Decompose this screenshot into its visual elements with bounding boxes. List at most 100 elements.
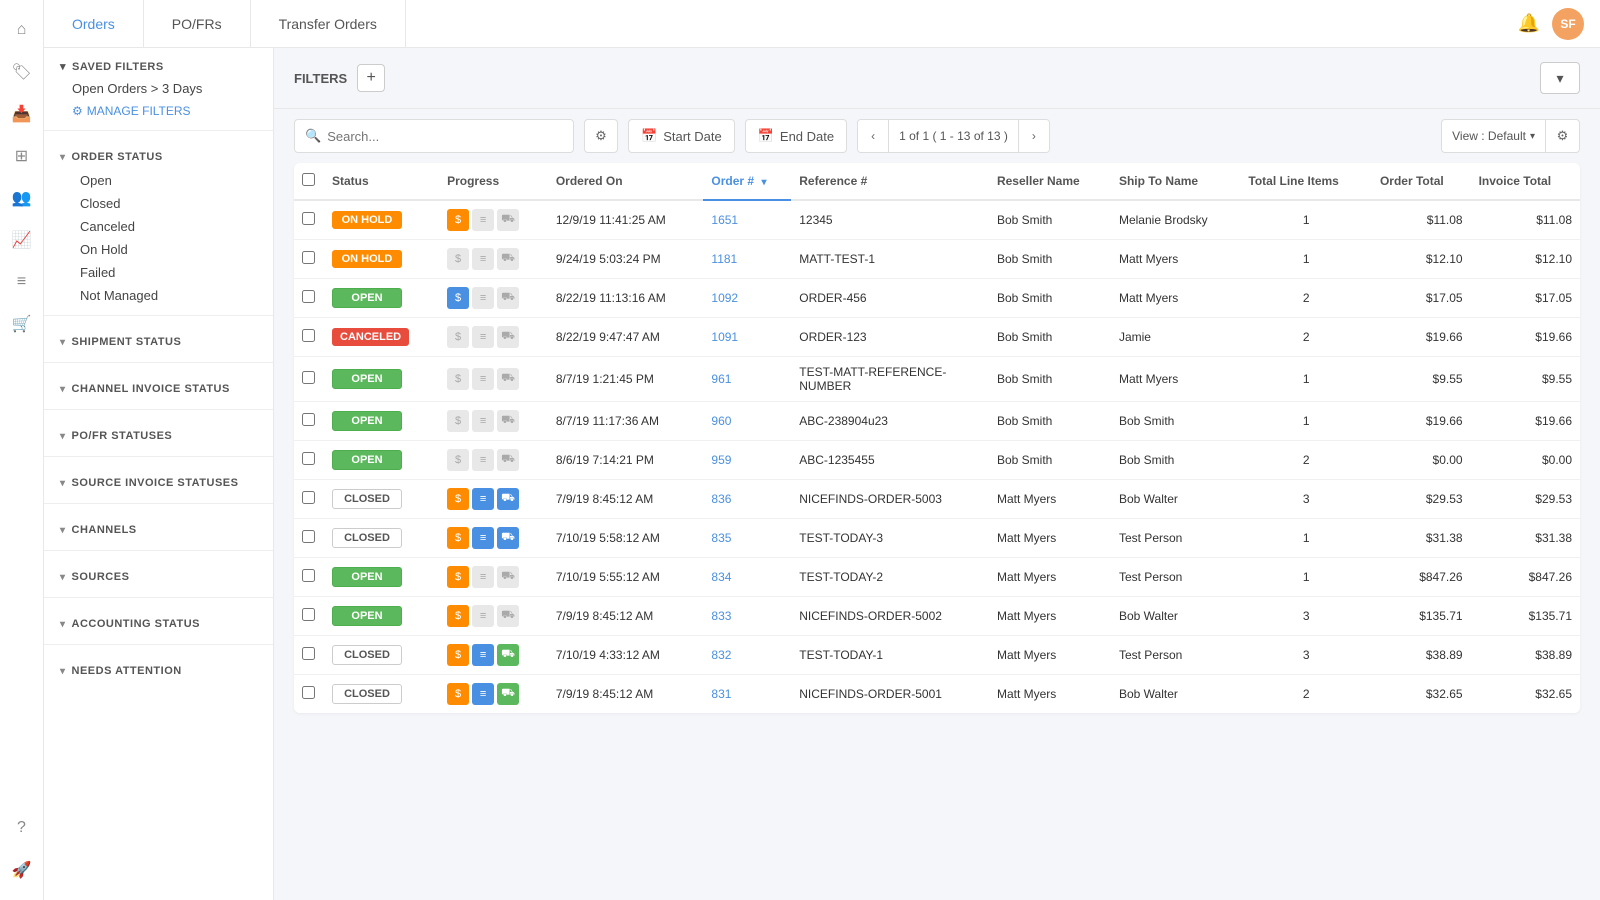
shipment-status-header[interactable]: ▾ SHIPMENT STATUS <box>60 330 257 354</box>
ordered-on: 8/6/19 7:14:21 PM <box>548 441 704 480</box>
col-order-num[interactable]: Order # ▾ <box>703 163 791 200</box>
money-icon: $ <box>447 488 469 510</box>
cart-icon[interactable]: 🛒 <box>4 306 40 342</box>
ship-to-name: Bob Walter <box>1111 597 1240 636</box>
chart-icon[interactable]: 📈 <box>4 222 40 258</box>
row-checkbox[interactable] <box>302 251 315 264</box>
row-checkbox[interactable] <box>302 329 315 342</box>
document-icon: ≡ <box>472 410 494 432</box>
order-status-header[interactable]: ▾ ORDER STATUS <box>60 145 257 169</box>
status-badge: OPEN <box>332 411 402 431</box>
sidebar-item-on-hold[interactable]: On Hold <box>60 238 257 261</box>
pagination-control: ‹ 1 of 1 ( 1 - 13 of 13 ) › <box>857 119 1050 153</box>
order-number[interactable]: 1092 <box>703 279 791 318</box>
order-number[interactable]: 831 <box>703 675 791 714</box>
accounting-status-header[interactable]: ▾ ACCOUNTING STATUS <box>60 612 257 636</box>
order-number[interactable]: 960 <box>703 402 791 441</box>
source-invoice-header[interactable]: ▾ SOURCE INVOICE STATUSES <box>60 471 257 495</box>
needs-attention-header[interactable]: ▾ NEEDS ATTENTION <box>60 659 257 683</box>
home-icon[interactable]: ⌂ <box>4 12 40 48</box>
manage-filters-link[interactable]: ⚙ MANAGE FILTERS <box>44 100 273 126</box>
reference-number: TEST-TODAY-3 <box>791 519 989 558</box>
grid-icon[interactable]: ⊞ <box>4 138 40 174</box>
help-icon[interactable]: ? <box>4 810 40 846</box>
total-line-items: 3 <box>1240 480 1372 519</box>
sidebar-item-not-managed[interactable]: Not Managed <box>60 284 257 307</box>
list-icon[interactable]: ≡ <box>4 264 40 300</box>
reference-number: 12345 <box>791 200 989 240</box>
bell-icon[interactable]: 🔔 <box>1518 13 1540 34</box>
truck-icon: ⛟ <box>497 287 519 309</box>
reference-number: ABC-238904u23 <box>791 402 989 441</box>
sidebar-item-open[interactable]: Open <box>60 169 257 192</box>
invoice-total: $19.66 <box>1471 402 1580 441</box>
row-checkbox[interactable] <box>302 569 315 582</box>
sidebar-item-closed[interactable]: Closed <box>60 192 257 215</box>
order-number[interactable]: 836 <box>703 480 791 519</box>
sources-header[interactable]: ▾ SOURCES <box>60 565 257 589</box>
channels-header[interactable]: ▾ CHANNELS <box>60 518 257 542</box>
order-number[interactable]: 833 <box>703 597 791 636</box>
top-nav: Orders PO/FRs Transfer Orders 🔔 SF <box>44 0 1600 48</box>
row-checkbox[interactable] <box>302 608 315 621</box>
order-number[interactable]: 1651 <box>703 200 791 240</box>
reseller-name: Matt Myers <box>989 636 1111 675</box>
search-input[interactable] <box>327 129 563 144</box>
progress-icons: $≡⛟ <box>447 287 540 309</box>
progress-icons: $≡⛟ <box>447 248 540 270</box>
view-select[interactable]: View : Default ▾ <box>1442 119 1545 153</box>
tab-transfer-orders[interactable]: Transfer Orders <box>251 0 406 48</box>
table-row: CLOSED$≡⛟7/9/19 8:45:12 AM831NICEFINDS-O… <box>294 675 1580 714</box>
row-checkbox[interactable] <box>302 530 315 543</box>
channel-invoice-header[interactable]: ▾ CHANNEL INVOICE STATUS <box>60 377 257 401</box>
reseller-name: Bob Smith <box>989 318 1111 357</box>
rocket-icon[interactable]: 🚀 <box>4 852 40 888</box>
view-gear-button[interactable]: ⚙ <box>1545 119 1579 153</box>
row-checkbox[interactable] <box>302 647 315 660</box>
inbox-icon[interactable]: 📥 <box>4 96 40 132</box>
row-checkbox[interactable] <box>302 290 315 303</box>
row-checkbox[interactable] <box>302 686 315 699</box>
add-filter-button[interactable]: + <box>357 64 385 92</box>
order-number[interactable]: 1091 <box>703 318 791 357</box>
order-number[interactable]: 832 <box>703 636 791 675</box>
start-date-picker[interactable]: 📅 Start Date <box>628 119 735 153</box>
document-icon: ≡ <box>472 248 494 270</box>
money-icon: $ <box>447 209 469 231</box>
select-all-checkbox[interactable] <box>302 173 315 186</box>
tab-pofrs[interactable]: PO/FRs <box>144 0 251 48</box>
tag-icon[interactable]: 🏷 <box>4 54 40 90</box>
reference-number: TEST-TODAY-2 <box>791 558 989 597</box>
sidebar-item-canceled[interactable]: Canceled <box>60 215 257 238</box>
money-icon: $ <box>447 287 469 309</box>
order-total: $9.55 <box>1372 357 1471 402</box>
reseller-name: Bob Smith <box>989 402 1111 441</box>
search-box: 🔍 <box>294 119 574 153</box>
order-number[interactable]: 959 <box>703 441 791 480</box>
chevron-icon-8: ▾ <box>60 619 66 630</box>
prev-page-button[interactable]: ‹ <box>858 119 888 153</box>
progress-icons: $≡⛟ <box>447 449 540 471</box>
order-number[interactable]: 1181 <box>703 240 791 279</box>
end-date-picker[interactable]: 📅 End Date <box>745 119 847 153</box>
row-checkbox[interactable] <box>302 452 315 465</box>
filter-dropdown-button[interactable]: ▾ <box>1540 62 1580 94</box>
search-gear-button[interactable]: ⚙ <box>584 119 618 153</box>
reseller-name: Bob Smith <box>989 240 1111 279</box>
pofr-statuses-header[interactable]: ▾ PO/FR STATUSES <box>60 424 257 448</box>
row-checkbox[interactable] <box>302 491 315 504</box>
order-number[interactable]: 961 <box>703 357 791 402</box>
sidebar-item-failed[interactable]: Failed <box>60 261 257 284</box>
row-checkbox[interactable] <box>302 212 315 225</box>
next-page-button[interactable]: › <box>1019 119 1049 153</box>
row-checkbox[interactable] <box>302 413 315 426</box>
order-number[interactable]: 835 <box>703 519 791 558</box>
col-ship-to: Ship To Name <box>1111 163 1240 200</box>
users-icon[interactable]: 👥 <box>4 180 40 216</box>
tab-orders[interactable]: Orders <box>44 0 144 48</box>
table-row: OPEN$≡⛟7/9/19 8:45:12 AM833NICEFINDS-ORD… <box>294 597 1580 636</box>
row-checkbox[interactable] <box>302 371 315 384</box>
document-icon: ≡ <box>472 527 494 549</box>
saved-filter-open-orders[interactable]: Open Orders > 3 Days <box>44 77 273 100</box>
order-number[interactable]: 834 <box>703 558 791 597</box>
